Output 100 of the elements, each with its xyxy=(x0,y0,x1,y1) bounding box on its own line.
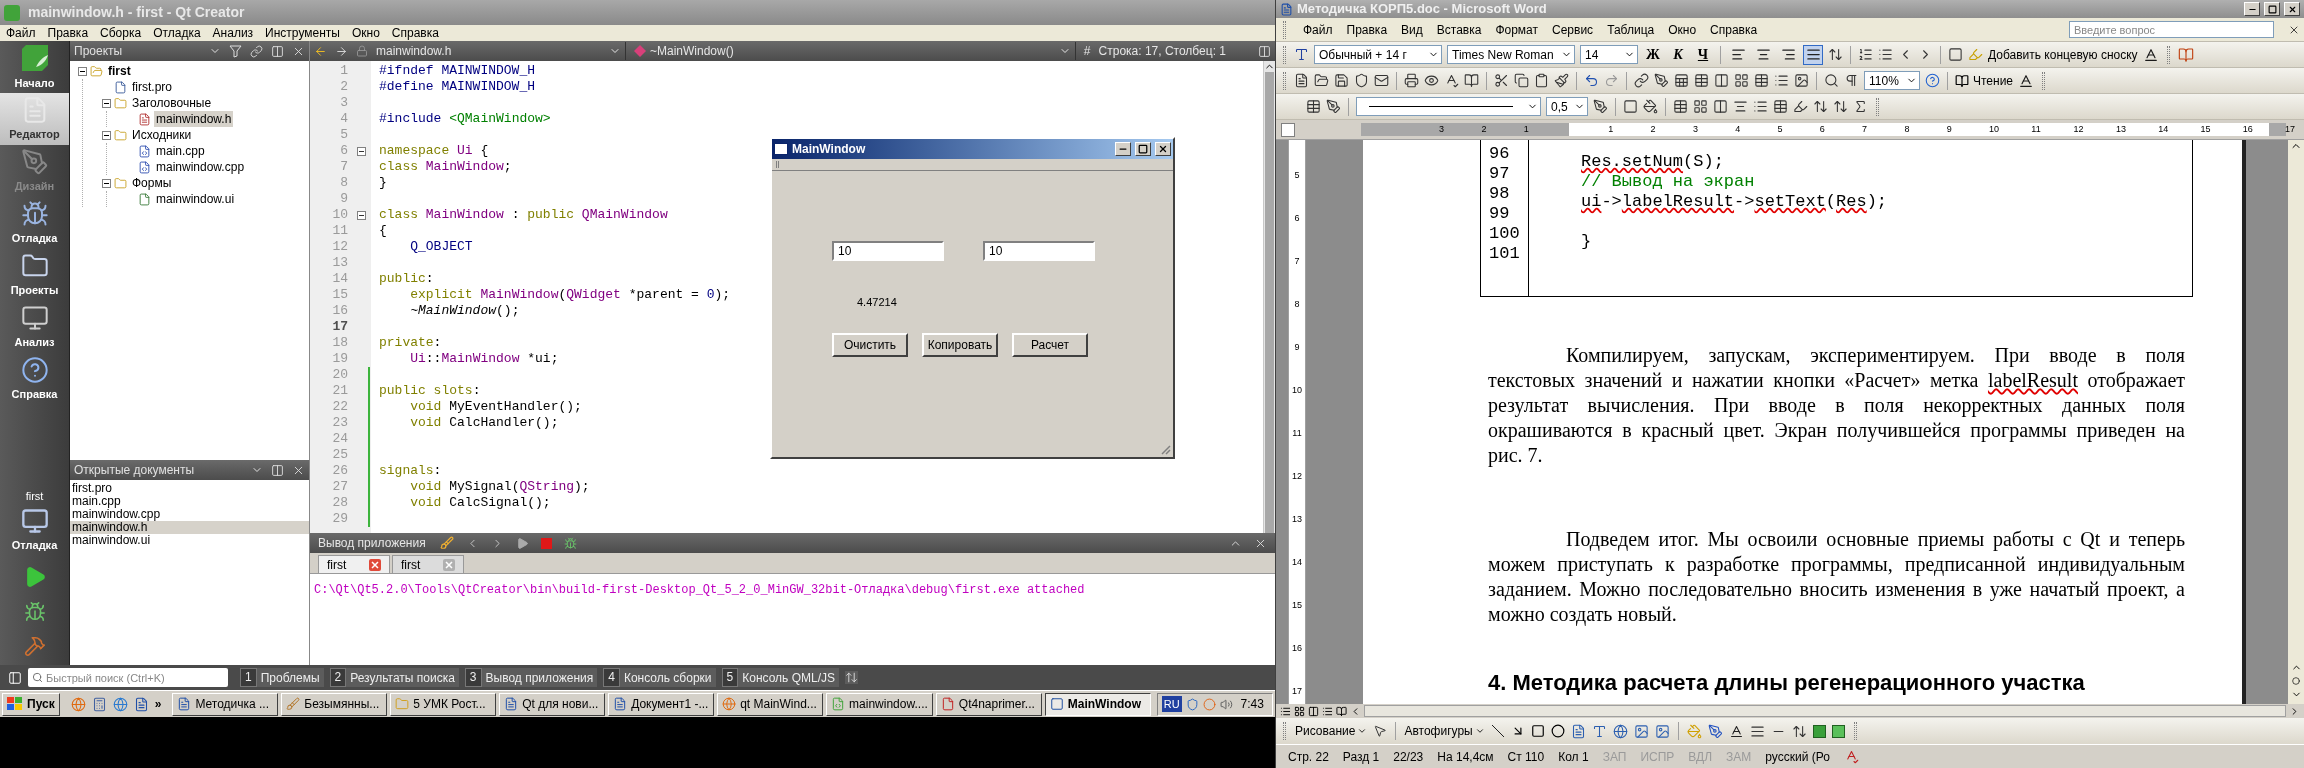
up-down-icon[interactable] xyxy=(845,671,858,684)
collapse-icon[interactable] xyxy=(102,130,111,140)
spreadsheet-icon[interactable] xyxy=(1674,73,1689,88)
font-combo[interactable]: Times New Roman xyxy=(1447,45,1575,64)
menu-item[interactable]: Окно xyxy=(351,24,380,42)
mode-button[interactable]: Начало xyxy=(0,41,69,93)
highlighter-icon[interactable] xyxy=(1793,99,1808,114)
file-selector[interactable]: mainwindow.h xyxy=(376,42,626,60)
sidebar-icon[interactable] xyxy=(8,670,22,685)
taskbar-button[interactable]: 5 УМК Рост... xyxy=(390,692,497,716)
list-icon[interactable] xyxy=(1753,99,1768,114)
taskbar-button[interactable]: MainWindow xyxy=(1044,692,1151,716)
grid-icon[interactable] xyxy=(1693,99,1708,114)
taskbar-button[interactable]: mainwindow.... xyxy=(826,692,933,716)
undo-icon[interactable] xyxy=(1584,73,1599,88)
picture-icon[interactable] xyxy=(1794,73,1809,88)
close-button[interactable] xyxy=(1155,142,1171,156)
output-pane-button[interactable]: 2 Результаты поиска xyxy=(329,668,459,687)
search-field[interactable]: Быстрый поиск (Ctrl+K) xyxy=(28,668,228,687)
autoshapes-menu[interactable]: Автофигуры xyxy=(1404,722,1485,740)
close-icon[interactable] xyxy=(369,558,381,571)
debug-run-icon[interactable] xyxy=(564,536,577,550)
document-item[interactable]: mainwindow.h xyxy=(70,521,309,534)
split-icon[interactable] xyxy=(1258,44,1271,58)
pointer-icon[interactable] xyxy=(1373,724,1388,738)
columns-icon[interactable] xyxy=(1714,73,1729,88)
mode-button[interactable]: Анализ xyxy=(0,301,69,353)
table-icon[interactable] xyxy=(1773,99,1788,114)
kit-selector[interactable]: first Отладка xyxy=(0,484,69,557)
style-combo[interactable]: Обычный + 14 г xyxy=(1314,45,1442,64)
permission-icon[interactable] xyxy=(1354,73,1369,88)
table-icon[interactable] xyxy=(1694,73,1709,88)
sort-icon[interactable] xyxy=(1813,99,1828,114)
taskbar-button[interactable]: qt MainWind... xyxy=(717,692,824,716)
save-icon[interactable] xyxy=(1334,73,1349,88)
maximize-button[interactable] xyxy=(2264,2,2280,16)
menu-item[interactable]: Отладка xyxy=(153,24,201,42)
outline-view-icon[interactable] xyxy=(1322,705,1333,717)
new-document-icon[interactable] xyxy=(1294,73,1309,88)
scrollbar[interactable] xyxy=(1263,61,1275,533)
link-icon[interactable] xyxy=(250,44,263,58)
mode-button[interactable]: Проекты xyxy=(0,249,69,301)
minimize-button[interactable] xyxy=(2244,2,2260,16)
menu-item[interactable]: Правка xyxy=(47,24,89,42)
underline-button[interactable]: Ч xyxy=(1693,44,1713,65)
grid-icon[interactable] xyxy=(1734,73,1749,88)
forward-icon[interactable] xyxy=(335,44,348,58)
browse-object-icon[interactable] xyxy=(2292,677,2300,685)
scrollbar[interactable] xyxy=(2288,140,2304,704)
reading-view-icon[interactable] xyxy=(1336,705,1347,717)
back-icon[interactable] xyxy=(314,44,327,58)
menu-item[interactable]: Инструменты xyxy=(265,24,340,42)
shading-icon[interactable] xyxy=(1643,99,1658,114)
collapse-icon[interactable] xyxy=(102,178,111,188)
globe-icon[interactable] xyxy=(112,696,128,712)
output-pane-button[interactable]: 1 Проблемы xyxy=(240,668,324,687)
print-icon[interactable] xyxy=(1404,73,1419,88)
pen-color-icon[interactable] xyxy=(1593,99,1608,114)
cut-icon[interactable] xyxy=(1494,73,1509,88)
taskbar-button[interactable]: Методичка ... xyxy=(172,692,279,716)
document-item[interactable]: mainwindow.ui xyxy=(70,534,309,547)
menu-item[interactable]: Файл xyxy=(1303,20,1333,39)
push-button[interactable]: Расчет xyxy=(1012,332,1088,357)
line-style-icon[interactable] xyxy=(1749,723,1765,739)
maximize-button[interactable] xyxy=(1135,142,1151,156)
rectangle-icon[interactable] xyxy=(1530,724,1545,738)
tree-item[interactable]: first.pro xyxy=(130,79,174,95)
line-color-icon[interactable] xyxy=(1707,723,1723,739)
pilcrow-icon[interactable] xyxy=(1844,73,1859,88)
help-icon[interactable] xyxy=(1925,73,1940,88)
tab-selector[interactable] xyxy=(1281,122,1295,137)
collapse-icon[interactable] xyxy=(356,146,366,156)
font-color-icon[interactable] xyxy=(1728,723,1744,739)
overflow-button[interactable]: » xyxy=(154,695,162,713)
menu-item[interactable]: Справка xyxy=(1710,20,1758,39)
tree-item[interactable]: main.cpp xyxy=(154,143,207,159)
menu-item[interactable]: Файл xyxy=(6,24,36,42)
sort-icon[interactable] xyxy=(1833,99,1848,114)
line-width-combo[interactable]: 0,5 xyxy=(1546,97,1588,116)
align-icon[interactable] xyxy=(1733,99,1748,114)
normal-view-icon[interactable] xyxy=(1280,705,1291,717)
taskbar-button[interactable]: Документ1 -... xyxy=(608,692,715,716)
menu-item[interactable]: Формат xyxy=(1495,20,1539,39)
word-art-icon[interactable] xyxy=(1591,723,1607,739)
border-icon[interactable] xyxy=(1623,99,1638,114)
styles-icon[interactable] xyxy=(1294,47,1309,62)
spelling-icon[interactable] xyxy=(1444,73,1459,88)
menu-item[interactable]: Сборка xyxy=(100,24,142,42)
columns-icon[interactable] xyxy=(1713,99,1728,114)
sum-icon[interactable] xyxy=(1853,99,1868,114)
font-color-icon[interactable] xyxy=(2018,72,2035,89)
mail-icon[interactable] xyxy=(1374,73,1389,88)
taskbar-button[interactable]: Qt для нови... xyxy=(499,692,606,716)
fill-color-icon[interactable] xyxy=(1686,723,1702,739)
tree-item[interactable]: mainwindow.h xyxy=(154,111,234,127)
taskbar-button[interactable]: Qt4naprimer... xyxy=(935,692,1042,716)
document-item[interactable]: first.pro xyxy=(70,482,309,495)
help-search-field[interactable]: Введите вопрос xyxy=(2069,21,2274,38)
document-item[interactable]: mainwindow.cpp xyxy=(70,508,309,521)
line-icon[interactable] xyxy=(1490,724,1505,738)
